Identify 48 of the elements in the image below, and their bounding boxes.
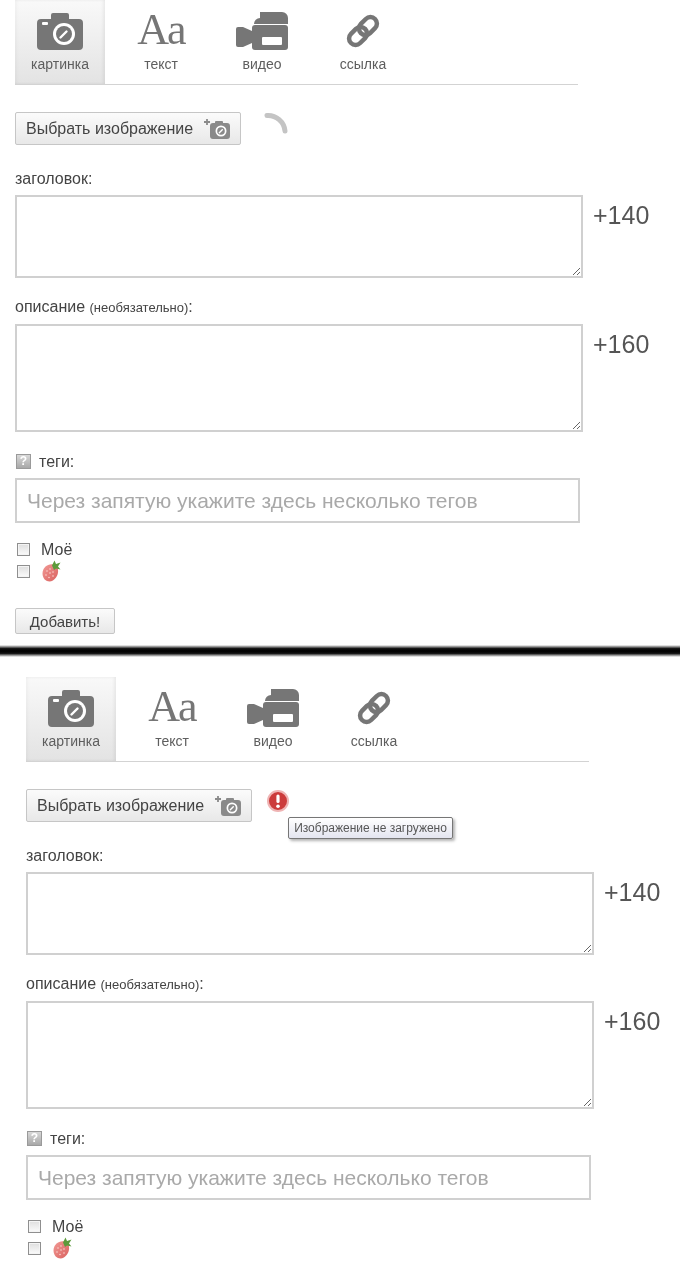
checkbox[interactable]: [17, 564, 30, 578]
title-field[interactable]: [15, 195, 583, 278]
strawberry-icon: [41, 560, 61, 582]
strawberry-icon: [52, 1237, 72, 1259]
character-counter: +140: [593, 200, 650, 230]
character-counter: +160: [593, 329, 650, 359]
character-counter: +160: [604, 1006, 661, 1036]
tab[interactable]: картинка: [15, 0, 105, 84]
description-label: описание (необязательно):: [26, 974, 204, 994]
camera-add-icon: [204, 118, 231, 139]
tab[interactable]: ссылка: [329, 677, 419, 761]
tab[interactable]: видео: [228, 677, 318, 761]
description-label: описание (необязательно):: [15, 297, 193, 317]
link-icon: [344, 12, 382, 50]
description-field[interactable]: [26, 1001, 594, 1109]
choose-image-button[interactable]: Выбрать изображение: [26, 789, 253, 822]
loading-spinner-icon: [264, 112, 289, 134]
title-field[interactable]: [26, 872, 594, 955]
submit-button[interactable]: Добавить!: [15, 608, 115, 634]
tags-label: теги:: [50, 1128, 86, 1149]
error-icon: [267, 790, 290, 812]
font-icon: Aa: [137, 10, 185, 50]
font-icon: Aa: [148, 687, 196, 727]
tab[interactable]: ссылка: [318, 0, 408, 84]
character-counter: +140: [604, 877, 661, 907]
camera-add-icon: [215, 795, 242, 816]
checkbox[interactable]: [28, 1241, 41, 1255]
checkbox[interactable]: [17, 543, 30, 556]
video-camera-icon: [236, 12, 288, 50]
tab[interactable]: Aa текст: [116, 0, 206, 84]
checkbox-label: Моё: [52, 1217, 84, 1236]
title-label: заголовок:: [15, 169, 93, 189]
checkbox-label: Моё: [41, 540, 73, 559]
tags-field[interactable]: Через запятую укажите здесь несколько тегов: [26, 1155, 591, 1200]
tab[interactable]: Aa текст: [127, 677, 217, 761]
tags-label: теги:: [39, 451, 75, 472]
tab[interactable]: видео: [217, 0, 307, 84]
video-camera-icon: [247, 689, 299, 727]
checkbox[interactable]: [28, 1220, 41, 1233]
title-label: заголовок:: [26, 846, 104, 866]
tab[interactable]: картинка: [26, 677, 116, 761]
description-field[interactable]: [15, 324, 583, 432]
camera-icon: [48, 689, 94, 727]
camera-icon: [37, 12, 83, 50]
tooltip: Изображение не загружено: [288, 817, 453, 839]
choose-image-button[interactable]: Выбрать изображение: [15, 112, 242, 145]
link-icon: [355, 689, 393, 727]
tags-field[interactable]: Через запятую укажите здесь несколько тегов: [15, 478, 580, 523]
